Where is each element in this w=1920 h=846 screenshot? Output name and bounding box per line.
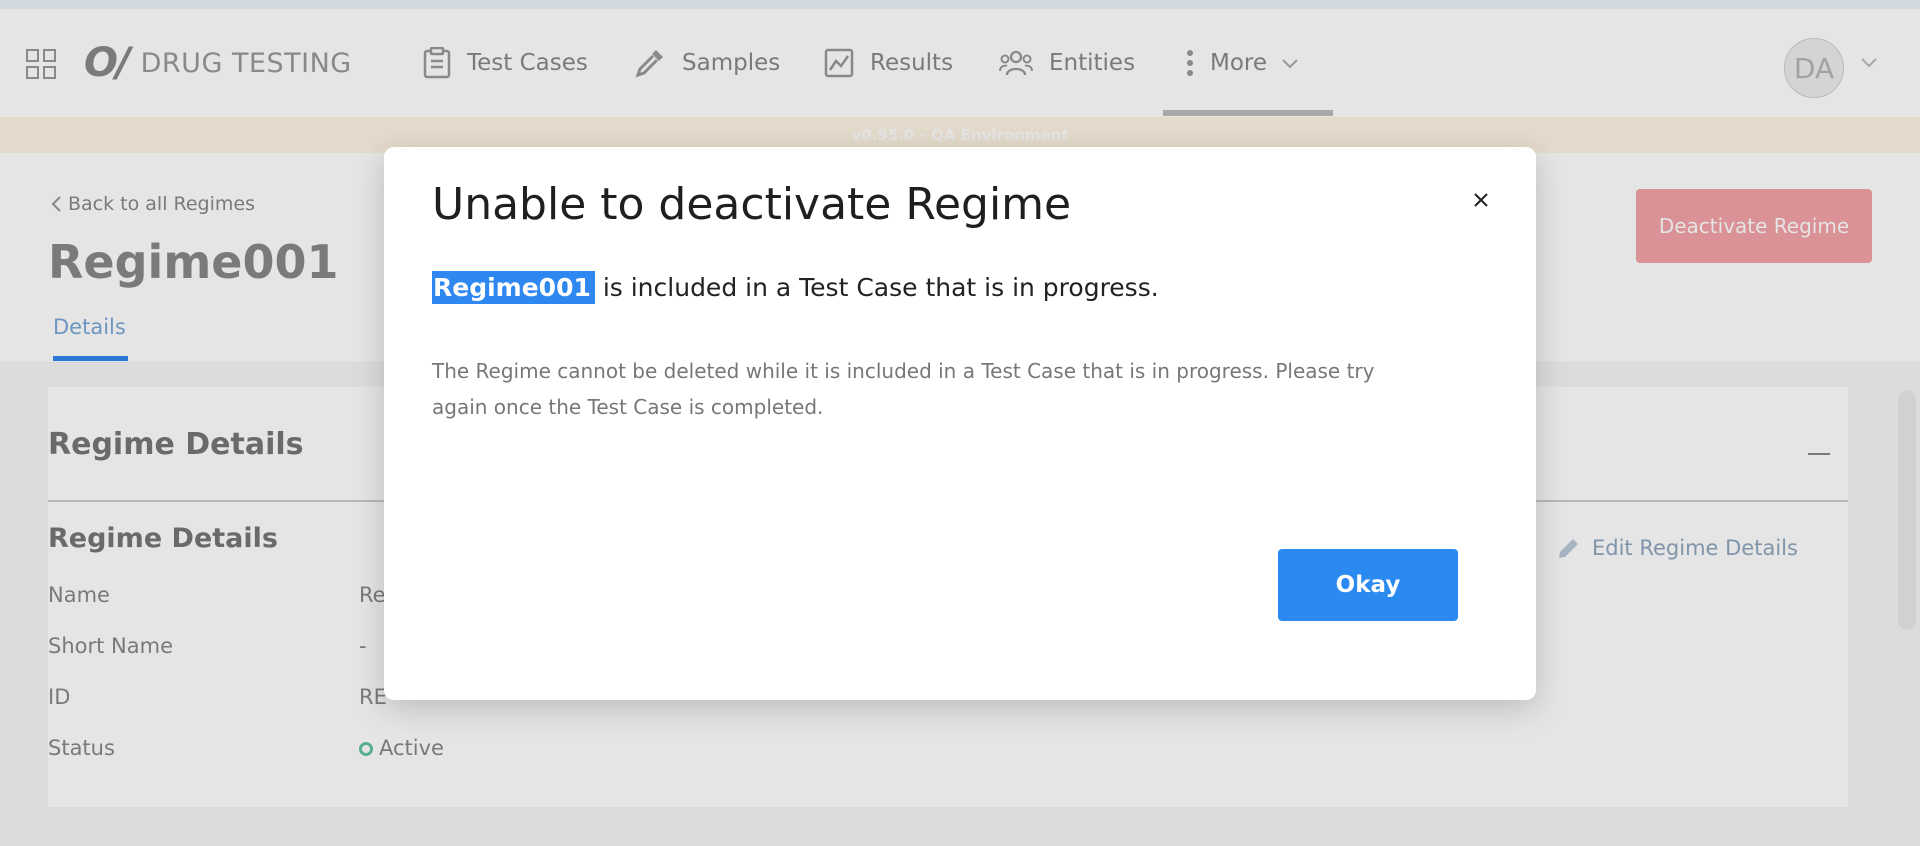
- selected-regime-name: Regime001: [432, 271, 595, 304]
- dialog-title: Unable to deactivate Regime: [432, 179, 1072, 230]
- dialog-message: Regime001 is included in a Test Case tha…: [432, 271, 1159, 304]
- dialog-description: The Regime cannot be deleted while it is…: [432, 359, 1375, 419]
- close-icon[interactable]: [1466, 185, 1496, 215]
- unable-to-deactivate-dialog: Unable to deactivate Regime Regime001 is…: [384, 147, 1536, 700]
- okay-button[interactable]: Okay: [1278, 549, 1458, 621]
- dialog-message-text: is included in a Test Case that is in pr…: [594, 273, 1159, 302]
